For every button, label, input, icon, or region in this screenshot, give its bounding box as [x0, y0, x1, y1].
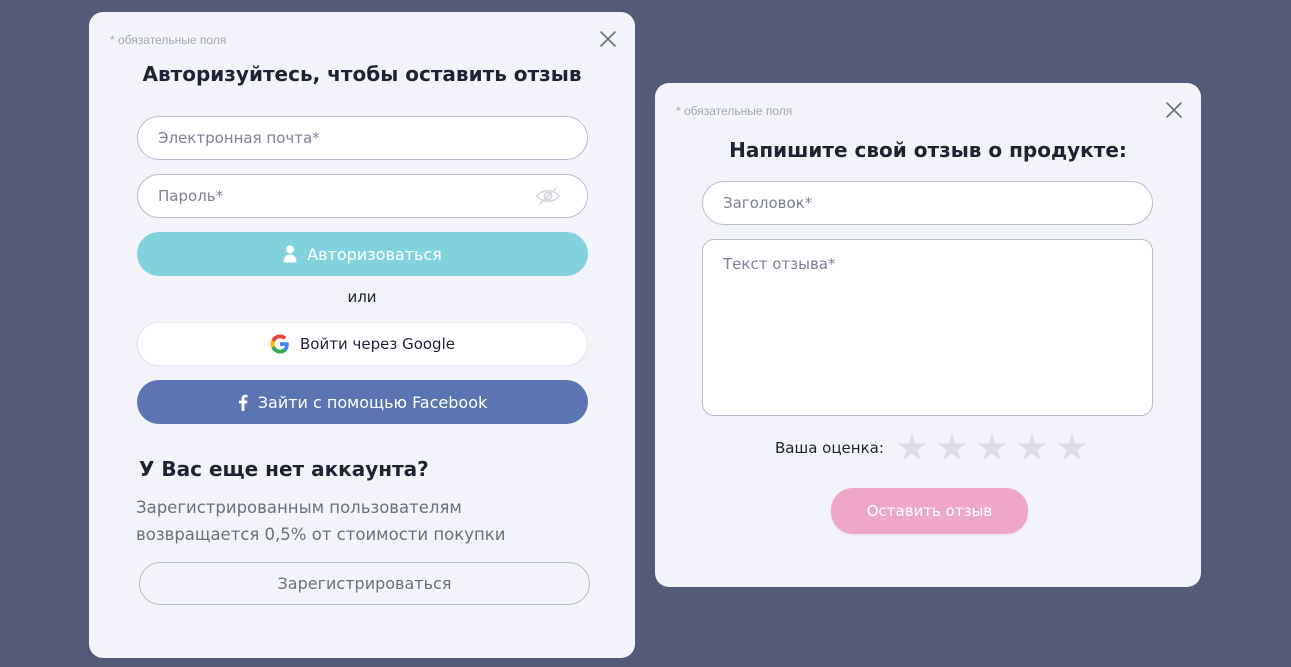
close-icon [600, 31, 616, 47]
user-icon [283, 245, 297, 263]
login-modal: * обязательные поля Авторизуйтесь, чтобы… [89, 12, 635, 658]
auth-button-label: Авторизоваться [307, 244, 442, 264]
close-icon [1166, 102, 1182, 118]
eye-off-icon [536, 187, 560, 205]
rating-label: Ваша оценка: [775, 438, 884, 457]
star-icon[interactable]: ★ [1052, 429, 1092, 466]
review-title: Напишите свой отзыв о продукте: [729, 138, 1127, 162]
auth-button[interactable]: Авторизоваться [137, 232, 588, 276]
rating-row: Ваша оценка: ★ ★ ★ ★ ★ [775, 429, 1092, 466]
facebook-icon [238, 394, 248, 411]
review-text-input[interactable] [702, 239, 1153, 416]
star-icon[interactable]: ★ [932, 429, 972, 466]
facebook-button-label: Зайти с помощью Facebook [257, 392, 488, 412]
submit-review-button[interactable]: Оставить отзыв [831, 488, 1028, 534]
google-login-button[interactable]: Войти через Google [137, 322, 588, 366]
cashback-description: Зарегистрированным пользователям возвращ… [136, 494, 536, 548]
google-logo-icon [270, 334, 289, 354]
review-close-button[interactable] [1164, 100, 1184, 120]
email-input[interactable] [137, 116, 588, 160]
or-divider-text: или [347, 288, 377, 306]
google-button-label: Войти через Google [300, 335, 455, 353]
cashback-line-1: Зарегистрированным пользователям [136, 498, 462, 517]
star-icon[interactable]: ★ [1012, 429, 1052, 466]
required-fields-note: * обязательные поля [110, 33, 227, 47]
facebook-login-button[interactable]: Зайти с помощью Facebook [137, 380, 588, 424]
cashback-line-2: возвращается 0,5% от стоимости покупки [136, 525, 506, 544]
register-button[interactable]: Зарегистрироваться [139, 562, 590, 605]
review-headline-input[interactable] [702, 181, 1153, 225]
no-account-title: У Вас еще нет аккаунта? [139, 457, 429, 481]
submit-review-label: Оставить отзыв [866, 502, 993, 520]
password-input[interactable] [137, 174, 588, 218]
star-icon[interactable]: ★ [972, 429, 1012, 466]
required-fields-note: * обязательные поля [676, 104, 793, 118]
register-button-label: Зарегистрироваться [277, 574, 452, 593]
login-title: Авторизуйтесь, чтобы оставить отзыв [142, 62, 582, 86]
review-modal: * обязательные поля Напишите свой отзыв … [655, 83, 1201, 587]
star-icon[interactable]: ★ [892, 429, 932, 466]
login-close-button[interactable] [598, 29, 618, 49]
password-visibility-toggle[interactable] [535, 186, 561, 206]
